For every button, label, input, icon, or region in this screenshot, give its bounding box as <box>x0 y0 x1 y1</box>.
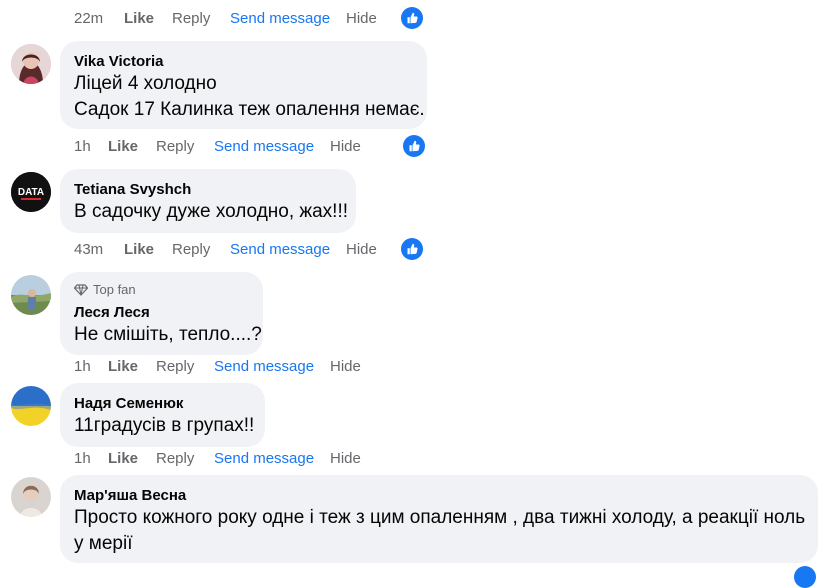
top-fan-badge: Top fan <box>74 282 136 297</box>
like-reaction-icon[interactable] <box>403 135 425 157</box>
like-link[interactable]: Like <box>124 241 172 258</box>
hide-link[interactable]: Hide <box>330 358 361 375</box>
like-link[interactable]: Like <box>108 138 156 155</box>
reply-link[interactable]: Reply <box>156 138 214 155</box>
send-message-link[interactable]: Send message <box>214 450 330 467</box>
comment-actions: 1h Like Reply Send message Hide <box>74 138 361 155</box>
like-link[interactable]: Like <box>108 358 156 375</box>
reply-link[interactable]: Reply <box>172 241 230 258</box>
comment-actions: 1h Like Reply Send message Hide <box>74 358 361 375</box>
comment-author[interactable]: Леся Леся <box>74 304 150 321</box>
send-message-link[interactable]: Send message <box>230 10 346 27</box>
comment-text-line: у мерії <box>74 533 133 554</box>
timestamp[interactable]: 1h <box>74 138 108 155</box>
comment-text-line: 11градусів в групах!! <box>74 415 255 436</box>
avatar[interactable] <box>11 275 51 315</box>
comment-actions: 1h Like Reply Send message Hide <box>74 450 361 467</box>
comment-author[interactable]: Надя Семенюк <box>74 395 183 412</box>
like-reaction-icon[interactable] <box>794 566 816 588</box>
send-message-link[interactable]: Send message <box>214 358 330 375</box>
like-link[interactable]: Like <box>124 10 172 27</box>
like-reaction-icon[interactable] <box>401 7 423 29</box>
like-link[interactable]: Like <box>108 450 156 467</box>
comment-author[interactable]: Tetiana Svyshch <box>74 181 191 198</box>
diamond-icon <box>74 283 88 296</box>
timestamp[interactable]: 1h <box>74 450 108 467</box>
reply-link[interactable]: Reply <box>172 10 230 27</box>
comment-text-line: Не смішіть, тепло....? <box>74 324 262 345</box>
timestamp[interactable]: 43m <box>74 241 124 258</box>
hide-link[interactable]: Hide <box>346 10 377 27</box>
timestamp[interactable]: 22m <box>74 10 124 27</box>
comment-text-line: Просто кожного року одне і теж з цим опа… <box>74 507 806 528</box>
comment-author[interactable]: Vika Victoria <box>74 53 164 70</box>
comment-text-line: Ліцей 4 холодно <box>74 73 217 94</box>
hide-link[interactable]: Hide <box>330 450 361 467</box>
avatar[interactable] <box>11 386 51 426</box>
hide-link[interactable]: Hide <box>330 138 361 155</box>
comment-text-line: В садочку дуже холодно, жах!!! <box>74 201 349 222</box>
reply-link[interactable]: Reply <box>156 450 214 467</box>
avatar[interactable]: DATA <box>11 172 51 212</box>
timestamp[interactable]: 1h <box>74 358 108 375</box>
send-message-link[interactable]: Send message <box>230 241 346 258</box>
comment-author[interactable]: Мар'яша Весна <box>74 487 186 504</box>
comment-actions: 43m Like Reply Send message Hide <box>74 241 377 258</box>
send-message-link[interactable]: Send message <box>214 138 330 155</box>
avatar[interactable] <box>11 44 51 84</box>
top-fan-label: Top fan <box>93 282 136 297</box>
data-logo-text: DATA <box>18 187 44 198</box>
like-reaction-icon[interactable] <box>401 238 423 260</box>
hide-link[interactable]: Hide <box>346 241 377 258</box>
avatar[interactable] <box>11 477 51 517</box>
comment-actions-top: 22m Like Reply Send message Hide <box>74 10 377 27</box>
reply-link[interactable]: Reply <box>156 358 214 375</box>
comment-text-line: Садок 17 Калинка теж опалення немає. <box>74 99 425 120</box>
